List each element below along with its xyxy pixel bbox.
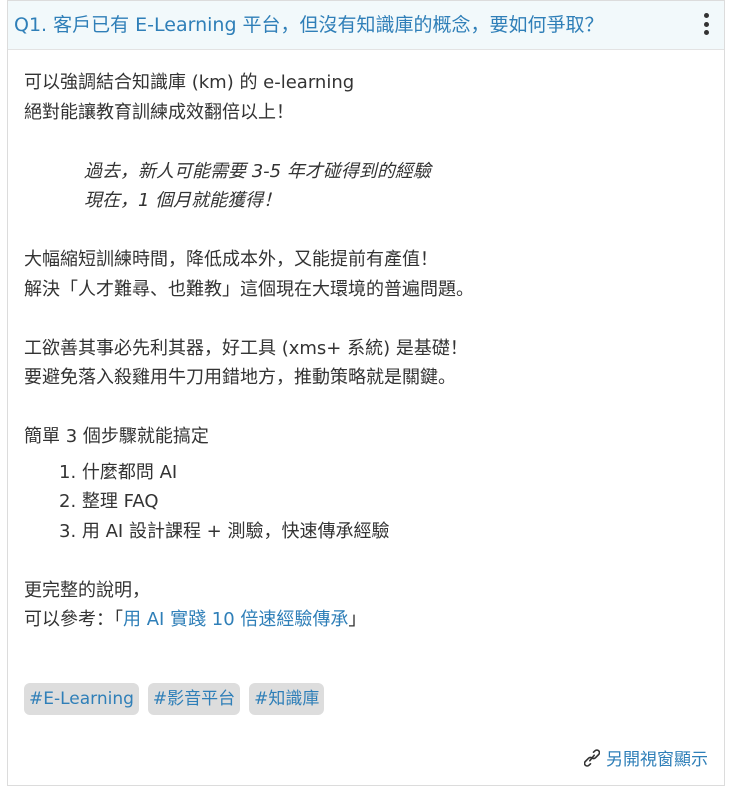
quote-line-1: 過去，新人可能需要 3-5 年才碰得到的經驗 (84, 160, 431, 182)
more-line-2: 可以參考：「用 AI 實踐 10 倍速經驗傳承」 (24, 605, 724, 635)
tool-line-1: 工欲善其事必先利其器，好工具 (xms+ 系統) 是基礎！ (24, 337, 468, 359)
kebab-dot (703, 30, 709, 35)
list-item: 3. 用 AI 設計課程 + 測驗，快速傳承經驗 (59, 520, 390, 542)
kebab-vertical-icon[interactable] (700, 13, 712, 35)
kebab-dot (703, 13, 709, 18)
tag-knowledge-base[interactable]: #知識庫 (249, 683, 325, 715)
quote-line-2: 現在，1 個月就能獲得！ (84, 190, 282, 211)
benefit-line-1: 大幅縮短訓練時間，降低成本外，又能提前有產值！ (24, 249, 438, 270)
quote-block: 過去，新人可能需要 3-5 年才碰得到的經驗 現在，1 個月就能獲得！ (24, 157, 724, 216)
intro-line-2: 絕對能讓教育訓練成效翻倍以上！ (24, 101, 294, 123)
list-item: 2. 整理 FAQ (59, 491, 159, 512)
link-icon (584, 748, 600, 767)
more-prefix: 可以參考：「 (24, 609, 123, 630)
tool-line-2: 要避免落入殺雞用牛刀用錯地方，推動策略就是關鍵。 (24, 367, 456, 388)
answer-body: 可以強調結合知識庫 (km) 的 e-learning 絕對能讓教育訓練成效翻倍… (8, 50, 724, 635)
kebab-dot (703, 21, 709, 27)
more-line-1: 更完整的說明， (24, 579, 150, 601)
steps-heading: 簡單 3 個步驟就能搞定 (24, 426, 209, 447)
open-new-window-label: 另開視窗顯示 (606, 750, 708, 770)
steps-list: 1. 什麼都問 AI 2. 整理 FAQ 3. 用 AI 設計課程 + 測驗，快… (24, 458, 724, 547)
article-link[interactable]: 用 AI 實踐 10 倍速經驗傳承 (123, 609, 348, 630)
faq-header[interactable]: Q1. 客戶已有 E-Learning 平台，但沒有知識庫的概念，要如何爭取？ (8, 1, 724, 50)
question-title[interactable]: Q1. 客戶已有 E-Learning 平台，但沒有知識庫的概念，要如何爭取？ (14, 13, 604, 37)
benefit-line-2: 解決「人才難尋、也難教」這個現在大環境的普遍問題。 (24, 278, 474, 300)
open-new-window-link[interactable]: 另開視窗顯示 (584, 745, 708, 770)
tag-list: #E-Learning #影音平台 #知識庫 (24, 683, 325, 715)
faq-card: Q1. 客戶已有 E-Learning 平台，但沒有知識庫的概念，要如何爭取？ … (7, 0, 725, 786)
tag-video-platform[interactable]: #影音平台 (147, 683, 241, 715)
more-suffix: 」 (348, 609, 367, 630)
tag-e-learning[interactable]: #E-Learning (24, 683, 139, 715)
list-item: 1. 什麼都問 AI (59, 461, 178, 483)
intro-line-1: 可以強調結合知識庫 (km) 的 e-learning (24, 72, 355, 93)
